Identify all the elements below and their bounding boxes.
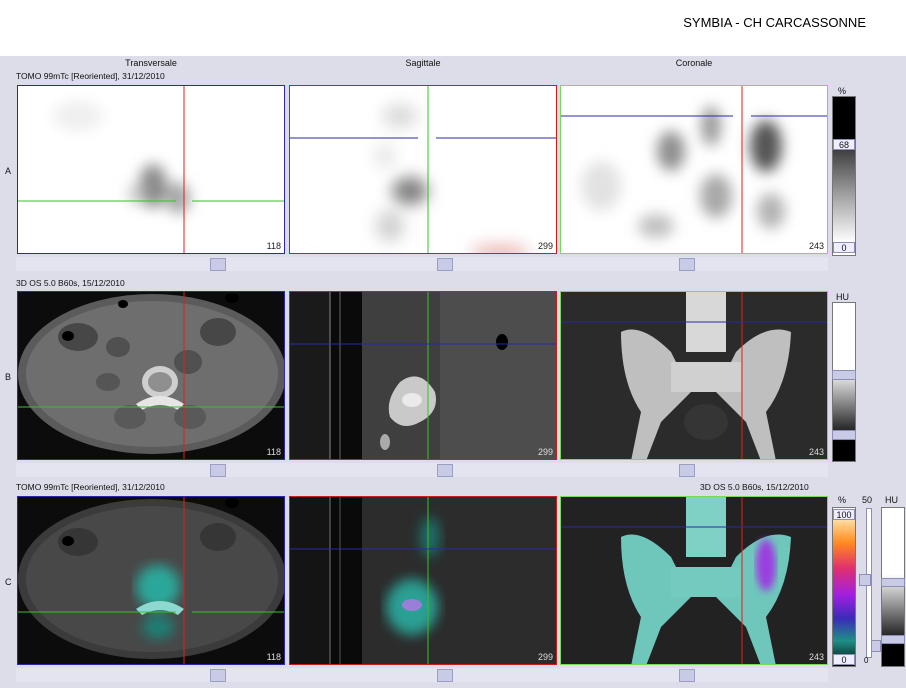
- row-a-scrollbar[interactable]: [16, 257, 828, 271]
- scroll-thumb-b-sagittale[interactable]: [437, 464, 453, 477]
- scroll-thumb-b-transversale[interactable]: [210, 464, 226, 477]
- scale-a-colorbar[interactable]: [832, 96, 856, 256]
- fusion-sagittal-image: [290, 497, 556, 664]
- scale-c-max[interactable]: 100: [833, 509, 855, 520]
- panel-b-coronale[interactable]: 243: [560, 291, 828, 460]
- fusion-coronal-image: [561, 497, 827, 664]
- row-c-label: C: [5, 577, 12, 587]
- slice-number: 118: [266, 241, 281, 251]
- panel-c-sagittale[interactable]: 299: [289, 496, 557, 665]
- panel-b-sagittale[interactable]: 299: [289, 291, 557, 460]
- panel-a-transversale[interactable]: 118: [17, 85, 285, 254]
- column-header-transversale: Transversale: [125, 58, 177, 68]
- blend-value: 50: [862, 495, 873, 505]
- blend-slider-lower-handle[interactable]: [871, 640, 881, 652]
- scale-a-max[interactable]: 68: [833, 139, 855, 150]
- header-bar: SYMBIA - CH CARCASSONNE: [0, 0, 906, 56]
- scale-c-hu-bottom-handle[interactable]: [881, 635, 905, 644]
- column-header-sagittale: Sagittale: [405, 58, 441, 68]
- ct-sagittal-image: [290, 292, 556, 459]
- panel-c-coronale[interactable]: 243: [560, 496, 828, 665]
- spect-coronal-image: [561, 86, 827, 253]
- scroll-thumb-a-sagittale[interactable]: [437, 258, 453, 271]
- panel-a-sagittale[interactable]: 299: [289, 85, 557, 254]
- row-a-series-info: TOMO 99mTc [Reoriented], 31/12/2010: [16, 71, 165, 81]
- column-header-coronale: Coronale: [675, 58, 713, 68]
- scroll-thumb-c-transversale[interactable]: [210, 669, 226, 682]
- slice-number: 118: [266, 447, 281, 457]
- row-b-label: B: [5, 372, 12, 382]
- panel-b-transversale[interactable]: 118: [17, 291, 285, 460]
- ct-coronal-image: [561, 292, 827, 459]
- slice-number: 118: [266, 652, 281, 662]
- row-b-series-info: 3D OS 5.0 B60s, 15/12/2010: [16, 278, 125, 288]
- row-b-scrollbar[interactable]: [16, 463, 828, 477]
- scale-b-window-top-handle[interactable]: [832, 370, 856, 380]
- panel-a-coronale[interactable]: 243: [560, 85, 828, 254]
- row-c-scrollbar[interactable]: [16, 668, 828, 682]
- slice-number: 299: [537, 652, 553, 662]
- panel-c-transversale[interactable]: 118: [17, 496, 285, 665]
- scroll-thumb-a-transversale[interactable]: [210, 258, 226, 271]
- scale-a-min[interactable]: 0: [833, 242, 855, 253]
- scale-b-unit: HU: [836, 292, 849, 302]
- slice-number: 243: [808, 652, 824, 662]
- scale-c-unit-hu: HU: [885, 495, 898, 505]
- slice-number: 243: [808, 447, 824, 457]
- scroll-thumb-b-coronale[interactable]: [679, 464, 695, 477]
- scroll-thumb-c-sagittale[interactable]: [437, 669, 453, 682]
- row-c-ct-info: 3D OS 5.0 B60s, 15/12/2010: [700, 482, 809, 492]
- blend-slider-handle[interactable]: [859, 574, 871, 586]
- slice-number: 243: [808, 241, 824, 251]
- row-c-series-info: TOMO 99mTc [Reoriented], 31/12/2010: [16, 482, 165, 492]
- row-a-label: A: [5, 166, 12, 176]
- fusion-axial-image: [18, 497, 284, 664]
- blend-min-label: 0: [864, 656, 869, 665]
- scale-c-hu-top-handle[interactable]: [881, 578, 905, 587]
- slice-number: 299: [537, 241, 553, 251]
- scale-b-window-bottom-handle[interactable]: [832, 430, 856, 440]
- scroll-thumb-c-coronale[interactable]: [679, 669, 695, 682]
- slice-number: 299: [537, 447, 553, 457]
- scale-c-unit-pct: %: [838, 495, 847, 505]
- scroll-thumb-a-coronale[interactable]: [679, 258, 695, 271]
- scale-c-colorbar[interactable]: [832, 507, 856, 667]
- scale-a-unit: %: [838, 86, 847, 96]
- hospital-name: SYMBIA - CH CARCASSONNE: [683, 15, 866, 30]
- spect-axial-image: [18, 86, 284, 253]
- spect-sagittal-image: [290, 86, 556, 253]
- ct-axial-image: [18, 292, 284, 459]
- scale-c-min[interactable]: 0: [833, 654, 855, 665]
